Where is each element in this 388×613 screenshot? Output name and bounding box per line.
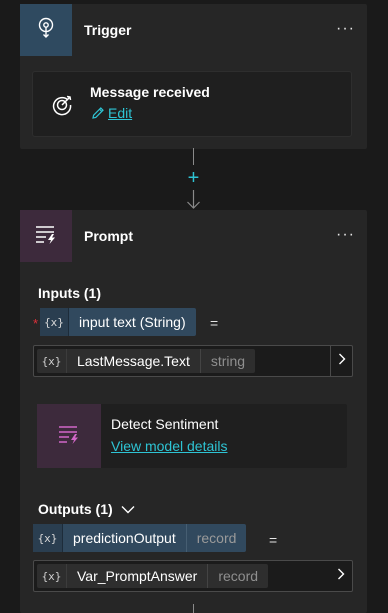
output-equals-sign: =: [269, 532, 278, 548]
trigger-edit-link[interactable]: Edit: [91, 105, 132, 121]
prompt-header: Prompt: [20, 210, 367, 262]
output-variable-name: predictionOutput: [73, 530, 176, 546]
trigger-more-menu-icon[interactable]: ···: [336, 21, 355, 37]
trigger-event-label: Message received: [90, 84, 210, 100]
trigger-tile: [20, 4, 72, 56]
target-icon: [51, 94, 73, 121]
outputs-label: Outputs (1): [38, 501, 113, 517]
add-step-button[interactable]: +: [185, 168, 202, 188]
chevron-right-icon: [337, 567, 345, 585]
chevron-down-icon: [121, 505, 135, 514]
input-variable-token[interactable]: {x} input text (String): [40, 308, 196, 336]
required-marker: *: [33, 316, 39, 331]
outputs-header[interactable]: Outputs (1): [38, 501, 135, 517]
trigger-header: Trigger: [20, 4, 367, 56]
input-equals-sign: =: [210, 315, 219, 331]
input-value-name: LastMessage.Text: [77, 353, 190, 369]
connector-line-top: [193, 148, 194, 165]
trigger-title: Trigger: [84, 22, 132, 38]
input-value-token[interactable]: {x} LastMessage.Text string: [37, 349, 256, 373]
connector-line-bottom: [193, 604, 194, 613]
output-variable-token[interactable]: {x} predictionOutput record: [33, 524, 247, 552]
variable-icon: {x}: [37, 564, 67, 588]
model-tile: [37, 404, 101, 468]
inputs-label: Inputs (1): [38, 285, 101, 301]
prompt-title: Prompt: [84, 228, 133, 244]
input-variable-name: input text (String): [79, 314, 186, 330]
edit-link-label[interactable]: Edit: [108, 105, 132, 121]
model-card: Detect Sentiment View model details: [37, 404, 347, 468]
variable-icon: {x}: [33, 524, 63, 552]
trigger-event-box[interactable]: Message received Edit: [32, 71, 352, 137]
prompt-more-menu-icon[interactable]: ···: [336, 227, 355, 243]
variable-icon: {x}: [37, 349, 67, 373]
output-value-name: Var_PromptAnswer: [77, 568, 198, 584]
output-value-expand-button[interactable]: [330, 561, 352, 591]
chevron-right-icon: [338, 352, 346, 370]
output-value-type: record: [207, 564, 268, 588]
input-value-type: string: [199, 349, 255, 373]
trigger-icon: [36, 17, 56, 44]
prompt-tile: [20, 210, 72, 262]
input-value-expand-button[interactable]: [330, 346, 352, 376]
view-model-details-link[interactable]: View model details: [111, 438, 227, 454]
output-value-field[interactable]: {x} Var_PromptAnswer record: [33, 560, 353, 592]
prompt-icon: [34, 224, 58, 249]
trigger-card[interactable]: Trigger ··· Message received Edit: [20, 4, 367, 149]
model-name: Detect Sentiment: [111, 416, 219, 432]
output-value-token[interactable]: {x} Var_PromptAnswer record: [37, 564, 269, 588]
output-variable-type: record: [185, 524, 247, 552]
prompt-model-icon: [57, 424, 81, 449]
variable-icon: {x}: [40, 308, 69, 336]
input-value-field[interactable]: {x} LastMessage.Text string: [33, 345, 353, 377]
pencil-icon: [91, 106, 105, 120]
